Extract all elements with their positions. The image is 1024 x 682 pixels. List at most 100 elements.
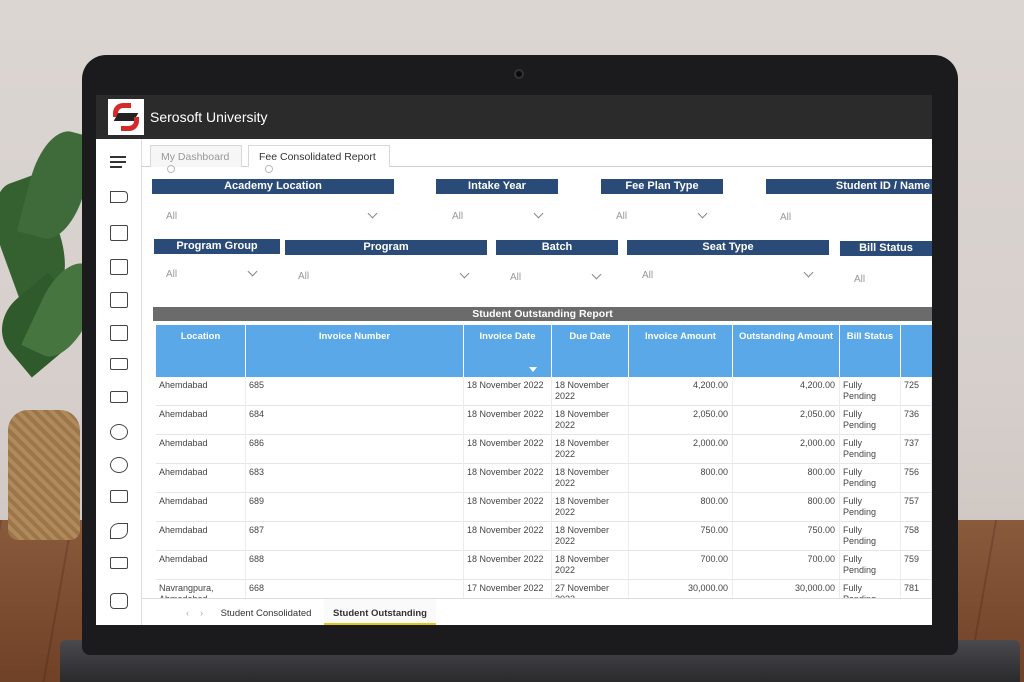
academy-location-label: Academy Location: [152, 179, 394, 194]
select-value: All: [452, 211, 464, 222]
cell-due-date: 18 November 2022: [552, 435, 629, 464]
open-book-icon[interactable]: [110, 325, 128, 341]
close-icon[interactable]: [265, 165, 273, 174]
cell-due-date: 18 November 2022: [552, 522, 629, 551]
tab-bar: My Dashboard Fee Consolidated Report: [142, 145, 932, 174]
cell-due-date: 18 November 2022: [552, 493, 629, 522]
cell-bill-status: Fully Pending: [840, 435, 901, 464]
tab-fee-consolidated-report[interactable]: Fee Consolidated Report: [248, 145, 390, 174]
bus-icon[interactable]: [110, 593, 128, 609]
student-id-select[interactable]: All: [770, 206, 932, 228]
batch-select[interactable]: All: [500, 266, 612, 288]
webcam: [514, 69, 524, 79]
megaphone-icon[interactable]: [110, 191, 128, 203]
menu-toggle-icon[interactable]: [110, 153, 128, 169]
column-header-invoice-date[interactable]: Invoice Date: [464, 325, 552, 377]
user-group-icon[interactable]: [110, 457, 128, 473]
sort-descending-icon[interactable]: [529, 367, 537, 372]
select-value: All: [780, 212, 792, 223]
select-value: All: [510, 272, 522, 283]
cell-extra: 737: [901, 435, 932, 464]
column-header-due-date[interactable]: Due Date: [552, 325, 629, 377]
cell-invoice-amount: 800.00: [629, 464, 733, 493]
academy-location-select[interactable]: All: [156, 205, 388, 227]
table-row[interactable]: Ahemdabad 685 18 November 2022 18 November …: [156, 377, 932, 406]
briefcase-icon[interactable]: [110, 490, 128, 503]
cell-invoice-number: 684: [246, 406, 464, 435]
book-icon[interactable]: [110, 259, 128, 275]
graduation-cap-icon[interactable]: [110, 557, 128, 569]
flag-icon[interactable]: [110, 391, 128, 403]
sheet-tab-student-outstanding[interactable]: Student Outstanding: [324, 599, 436, 625]
select-value: All: [616, 211, 628, 222]
table-row[interactable]: Ahemdabad 683 18 November 2022 18 November …: [156, 464, 932, 493]
chevron-down-icon: [697, 208, 708, 219]
sheet-tab-student-consolidated[interactable]: Student Consolidated: [216, 599, 316, 625]
select-value: All: [166, 269, 178, 280]
cell-bill-status: Fully Pending: [840, 493, 901, 522]
cell-outstanding-amount: 2,000.00: [733, 435, 840, 464]
cell-invoice-date: 18 November 2022: [464, 406, 552, 435]
table-row[interactable]: Ahemdabad 686 18 November 2022 18 November …: [156, 435, 932, 464]
program-label: Program: [285, 240, 487, 255]
cell-outstanding-amount: 30,000.00: [733, 580, 840, 599]
table-row[interactable]: Ahemdabad 687 18 November 2022 18 November …: [156, 522, 932, 551]
cell-invoice-date: 18 November 2022: [464, 377, 552, 406]
cell-extra: 781: [901, 580, 932, 599]
cell-due-date: 18 November 2022: [552, 464, 629, 493]
cell-invoice-number: 668: [246, 580, 464, 599]
chevron-left-icon[interactable]: ‹: [186, 608, 189, 618]
fee-plan-type-select[interactable]: All: [606, 205, 718, 227]
plant-pot: [8, 410, 80, 540]
cell-extra: 736: [901, 406, 932, 435]
sheet-tab-bar: ‹ › Student Consolidated Student Outstan…: [142, 598, 932, 625]
table-row[interactable]: Ahemdabad 684 18 November 2022 18 November …: [156, 406, 932, 435]
cell-invoice-amount: 800.00: [629, 493, 733, 522]
chevron-right-icon[interactable]: ›: [200, 608, 203, 618]
cell-due-date: 27 November 2022: [552, 580, 629, 599]
cell-extra: 759: [901, 551, 932, 580]
cell-location: Navrangpura, Ahmedabad: [156, 580, 246, 599]
intake-year-label: Intake Year: [436, 179, 558, 194]
select-value: All: [642, 270, 654, 281]
cell-invoice-amount: 750.00: [629, 522, 733, 551]
batch-label: Batch: [496, 240, 618, 255]
cell-extra: 725: [901, 377, 932, 406]
cell-invoice-date: 18 November 2022: [464, 522, 552, 551]
bill-status-select[interactable]: All: [844, 268, 932, 290]
id-card-icon[interactable]: [110, 225, 128, 241]
serosoft-logo-icon[interactable]: [108, 99, 144, 135]
graduate-icon[interactable]: [110, 424, 128, 440]
tab-label: Fee Consolidated Report: [259, 151, 376, 163]
cell-invoice-date: 18 November 2022: [464, 464, 552, 493]
select-value: All: [854, 274, 866, 285]
program-select[interactable]: All: [288, 265, 480, 287]
tab-my-dashboard[interactable]: My Dashboard: [150, 145, 242, 174]
cell-invoice-amount: 2,050.00: [629, 406, 733, 435]
column-header-bill-status[interactable]: Bill Status: [840, 325, 901, 377]
program-group-select[interactable]: All: [156, 263, 268, 285]
cell-extra: 757: [901, 493, 932, 522]
cell-location: Ahemdabad: [156, 493, 246, 522]
select-value: All: [166, 211, 178, 222]
column-header-extra[interactable]: [901, 325, 932, 377]
report-title: Student Outstanding Report: [153, 307, 932, 321]
chevron-down-icon: [533, 208, 544, 219]
column-header-outstanding-amount[interactable]: Outstanding Amount: [733, 325, 840, 377]
intake-year-select[interactable]: All: [442, 205, 554, 227]
tools-icon[interactable]: [110, 523, 128, 539]
close-icon[interactable]: [167, 165, 175, 174]
column-header-location[interactable]: Location: [156, 325, 246, 377]
cell-extra: 758: [901, 522, 932, 551]
list-card-icon[interactable]: [110, 292, 128, 308]
cell-bill-status: Fully Pending: [840, 377, 901, 406]
column-header-invoice-amount[interactable]: Invoice Amount: [629, 325, 733, 377]
seat-type-select[interactable]: All: [632, 264, 824, 286]
table-row[interactable]: Ahemdabad 689 18 November 2022 18 November …: [156, 493, 932, 522]
column-header-invoice-number[interactable]: Invoice Number: [246, 325, 464, 377]
cell-invoice-number: 686: [246, 435, 464, 464]
cell-location: Ahemdabad: [156, 464, 246, 493]
table-row[interactable]: Ahemdabad 688 18 November 2022 18 November …: [156, 551, 932, 580]
table-row[interactable]: Navrangpura, Ahmedabad 668 17 November 202…: [156, 580, 932, 599]
money-icon[interactable]: [110, 358, 128, 370]
